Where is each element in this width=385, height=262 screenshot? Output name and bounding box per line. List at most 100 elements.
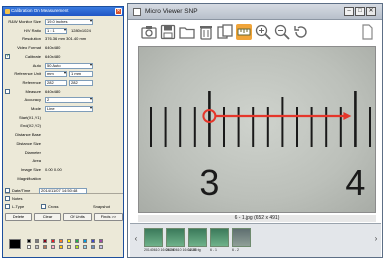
thumbnail-label: 6 - 1 — [210, 248, 218, 252]
row-input[interactable]: 282 — [45, 79, 67, 86]
units-button[interactable]: Of Units — [63, 213, 92, 221]
zoom-in-icon[interactable] — [255, 24, 271, 40]
color-swatch[interactable] — [43, 245, 47, 249]
delete-icon[interactable] — [198, 24, 214, 40]
row-value: 1280x1024 — [71, 27, 91, 33]
thumb-prev-icon[interactable]: ‹ — [132, 232, 140, 246]
maximize-button[interactable]: □ — [355, 7, 365, 16]
row-dropdown[interactable]: 2 — [45, 97, 93, 104]
row-dropdown[interactable]: 19.0 inches — [45, 19, 93, 25]
rotate-icon[interactable] — [293, 24, 309, 40]
microscope-image-view[interactable]: 34 — [138, 46, 376, 213]
row-label: Auto — [32, 62, 41, 68]
color-swatch[interactable] — [91, 245, 95, 249]
thumbnail-label: 12:43:tg — [188, 248, 201, 252]
color-swatch[interactable] — [35, 245, 39, 249]
row-label: H/V Ratio — [23, 27, 41, 33]
document-icon[interactable] — [359, 24, 375, 40]
row-label: Mode — [30, 106, 41, 111]
color-swatch[interactable] — [59, 245, 63, 249]
calibration-titlebar: Calibration On Measurement ✕ — [3, 7, 123, 16]
app-icon — [133, 8, 141, 16]
color-swatch[interactable] — [35, 239, 39, 243]
color-swatch[interactable] — [51, 239, 55, 243]
calibration-row: R&W Monitor Size 19.0 inches — [5, 19, 123, 25]
row-checkbox[interactable] — [5, 88, 10, 94]
calibration-row: Accuracy 2 — [5, 97, 123, 104]
color-swatch[interactable] — [99, 239, 103, 243]
color-swatch[interactable] — [75, 239, 79, 243]
app-icon — [5, 9, 10, 14]
datetime-checkbox[interactable] — [5, 188, 10, 193]
notes-row: Notes — [5, 196, 123, 202]
color-swatch[interactable] — [83, 245, 87, 249]
color-swatch[interactable] — [27, 245, 31, 249]
calibration-row: Distance Size — [5, 141, 123, 147]
thumbnail[interactable] — [144, 228, 163, 247]
viewer-toolbar — [129, 21, 381, 44]
datetime-label: Date/Time — [12, 188, 31, 193]
snapshot-label: Snapshot — [93, 204, 110, 209]
row-label: Image Size — [20, 166, 41, 172]
l-type-checkbox[interactable] — [5, 204, 10, 209]
row-input[interactable]: 282 — [69, 79, 93, 86]
notes-label: Notes — [12, 196, 23, 201]
thumbnail[interactable] — [166, 228, 185, 247]
row-checkbox[interactable] — [5, 53, 10, 59]
color-swatch[interactable] — [67, 239, 71, 243]
row-label: Reference Unit — [14, 71, 41, 77]
minimize-button[interactable]: – — [344, 7, 354, 16]
row-input[interactable]: 1 mm — [69, 71, 93, 78]
thumbnail[interactable] — [210, 228, 229, 247]
thumbnail[interactable] — [188, 228, 207, 247]
row-value: 640x480 — [45, 53, 61, 59]
color-swatch[interactable] — [67, 245, 71, 249]
cross-checkbox[interactable] — [41, 204, 46, 209]
camera-icon[interactable] — [141, 24, 157, 40]
clear-button[interactable]: Clear — [34, 213, 61, 221]
row-label: Distance Size — [16, 140, 41, 146]
ruler-number: 4 — [345, 162, 365, 203]
thumbnail-strip: ‹ › 20140610 16:04:29 20140610 16:04:29 12… — [130, 223, 381, 257]
color-swatch[interactable] — [59, 239, 63, 243]
viewer-title: Micro Viewer SNP — [145, 8, 198, 15]
color-swatch[interactable] — [27, 239, 31, 243]
color-swatch[interactable] — [43, 239, 47, 243]
measure-tool-icon[interactable] — [236, 24, 252, 40]
ruler-number: 3 — [199, 162, 219, 203]
row-dropdown[interactable]: mm — [45, 71, 67, 78]
row-dropdown[interactable]: 50 Auto — [45, 62, 93, 69]
zoom-out-icon[interactable] — [274, 24, 290, 40]
delete-button[interactable]: Delete — [5, 213, 32, 221]
color-swatch[interactable] — [91, 239, 95, 243]
datetime-field[interactable]: 2014/11/07 14:50:48 — [39, 188, 87, 194]
finds-button[interactable]: Finds >> — [94, 213, 123, 221]
calibration-row: Measure 640x480 — [5, 88, 123, 95]
row-dropdown[interactable]: 1 : 1 — [45, 27, 67, 34]
row-label: Measure — [25, 88, 41, 94]
row-dropdown[interactable]: Line — [45, 106, 93, 112]
copy-icon[interactable] — [217, 24, 233, 40]
color-swatch[interactable] — [51, 245, 55, 249]
row-label: Accuracy — [24, 97, 41, 103]
thumb-next-icon[interactable]: › — [372, 232, 380, 246]
micro-viewer-window: Micro Viewer SNP – □ ✕ 3 4 6 - 1.jpg (65… — [127, 3, 383, 258]
close-button[interactable]: ✕ — [115, 8, 122, 15]
row-label: Start(X1,Y1) — [18, 114, 41, 120]
save-icon[interactable] — [160, 24, 176, 40]
folder-icon[interactable] — [179, 24, 195, 40]
current-color — [9, 239, 21, 249]
color-swatch[interactable] — [83, 239, 87, 243]
calibration-row: Distance Base — [5, 132, 123, 138]
close-button[interactable]: ✕ — [366, 7, 376, 16]
notes-checkbox[interactable] — [5, 196, 10, 201]
calibration-buttons: Delete Clear Of Units Finds >> — [5, 213, 123, 221]
thumbnail[interactable] — [232, 228, 251, 247]
row-value: 640x480 — [45, 45, 61, 51]
row-label: End(X2,Y2) — [20, 123, 41, 129]
image-status: 6 - 1.jpg (652 x 491) — [138, 215, 376, 222]
calibration-row: Diameter — [5, 150, 123, 156]
color-swatch[interactable] — [99, 245, 103, 249]
color-swatch[interactable] — [75, 245, 79, 249]
row-label: Calibrate — [24, 53, 41, 59]
